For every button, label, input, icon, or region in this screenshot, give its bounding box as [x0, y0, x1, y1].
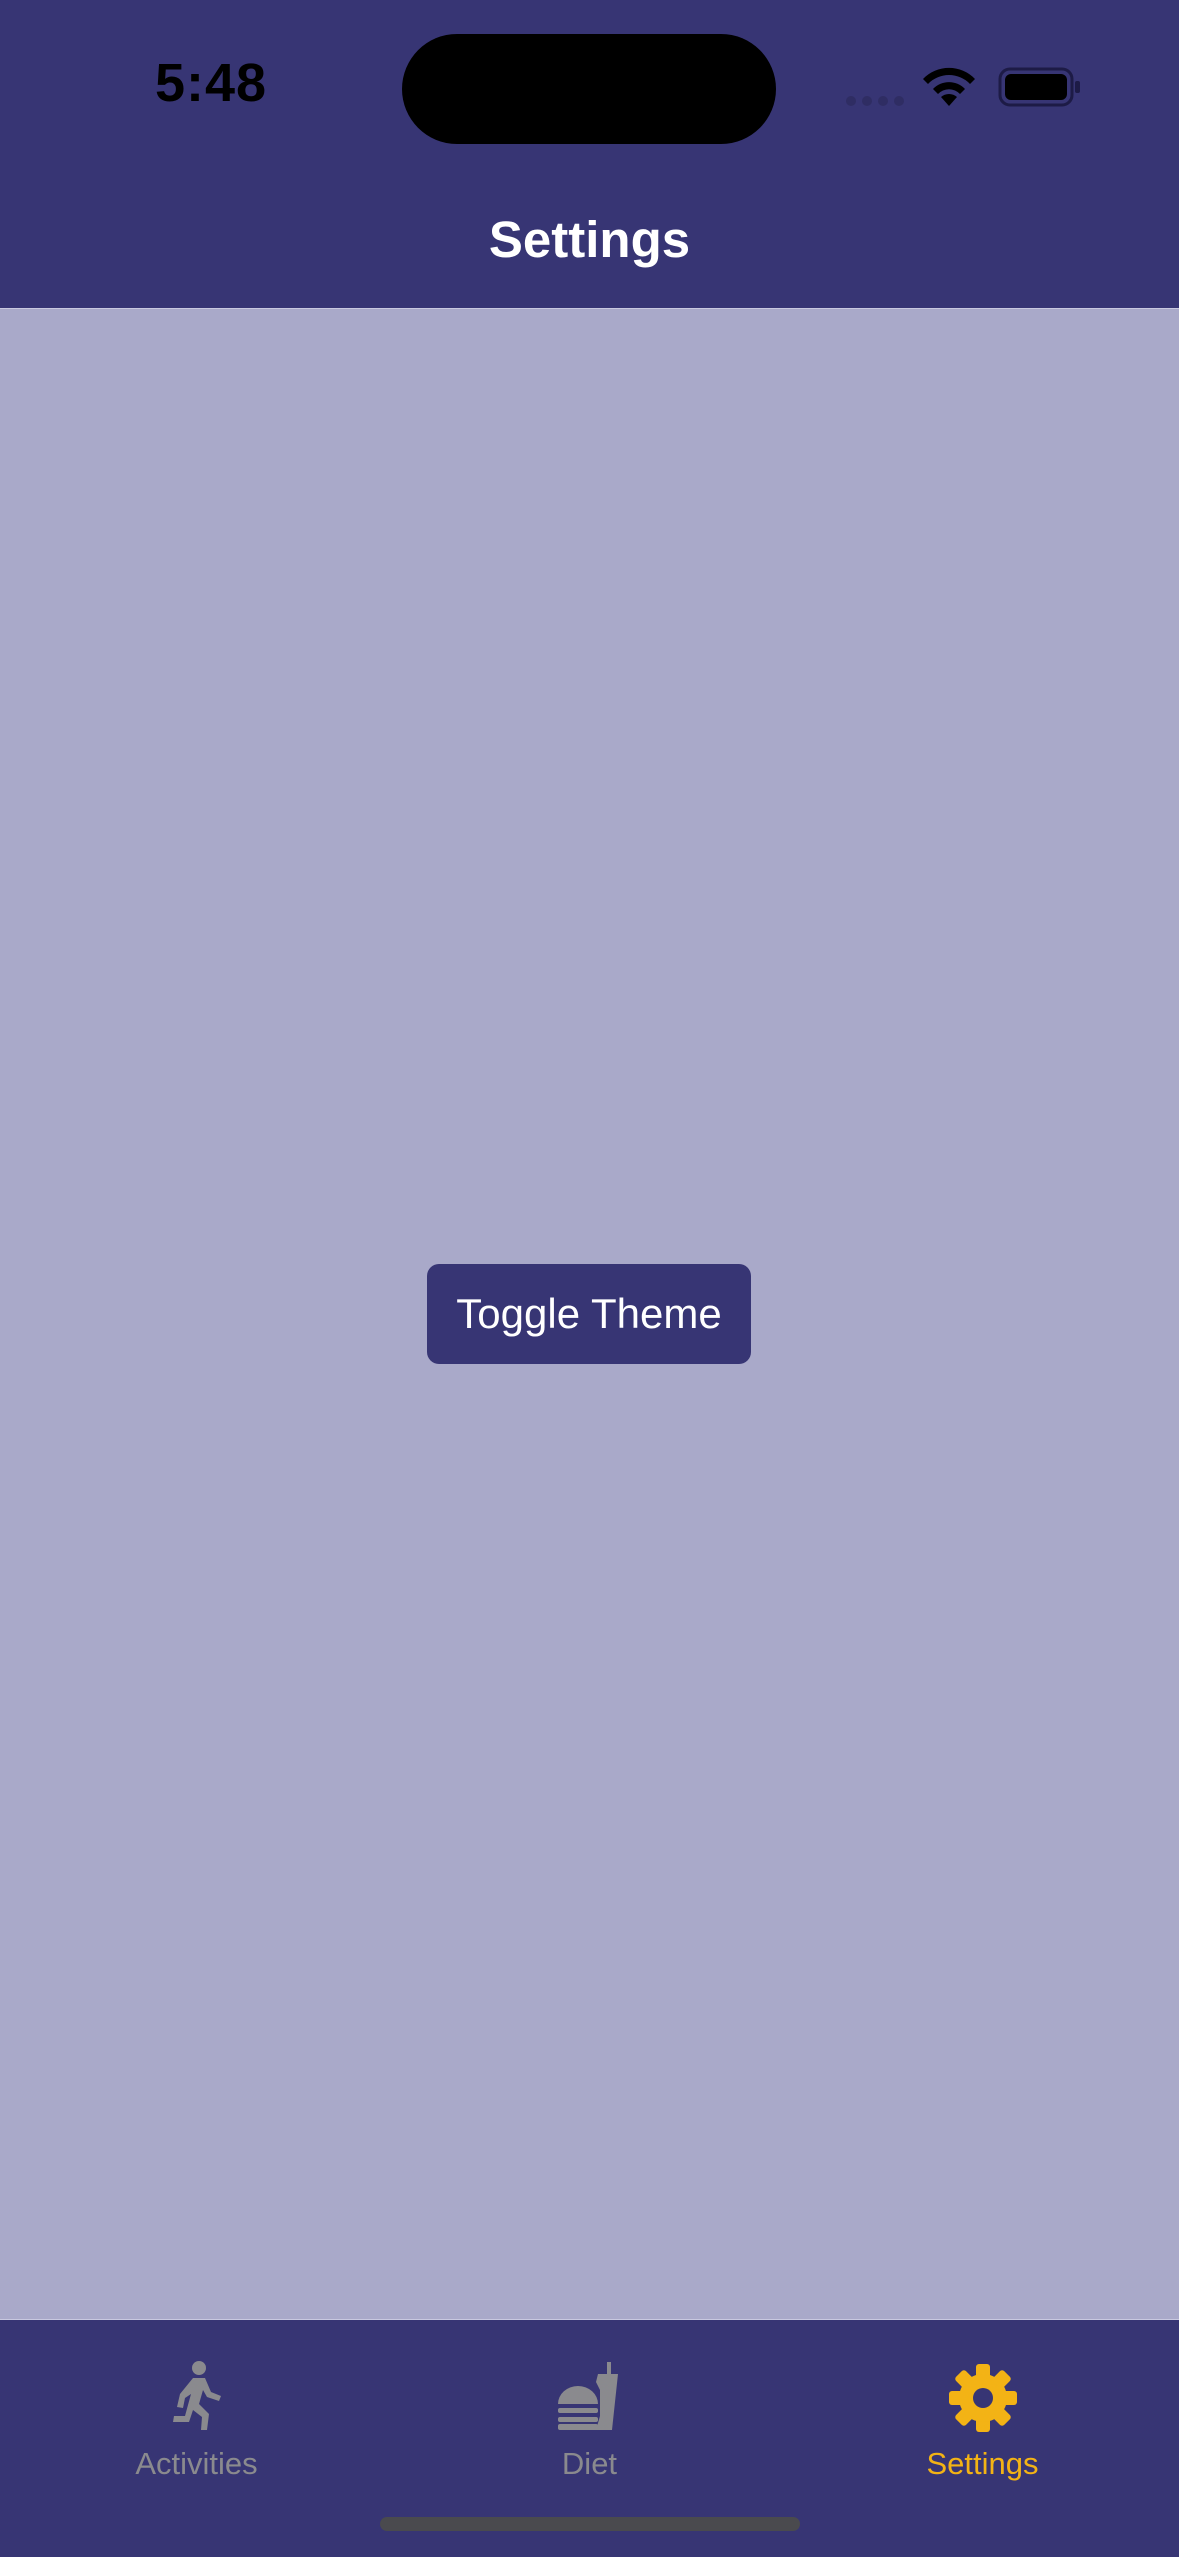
tab-label: Diet — [561, 2446, 618, 2481]
battery-icon — [998, 67, 1080, 107]
running-person-icon — [172, 2361, 221, 2430]
home-indicator — [380, 2517, 800, 2531]
toggle-theme-button[interactable]: Toggle Theme — [427, 1264, 751, 1364]
tab-label: Settings — [926, 2446, 1039, 2481]
status-bar: 5:48 — [0, 0, 1179, 170]
gear-icon — [948, 2364, 1017, 2432]
page-title: Settings — [488, 211, 691, 268]
tab-settings[interactable]: Settings — [786, 2340, 1179, 2490]
settings-content: Toggle Theme — [0, 309, 1179, 2319]
tab-bar: Activities Diet Settings — [0, 2319, 1179, 2557]
tab-diet[interactable]: Diet — [393, 2340, 786, 2490]
tab-label: Activities — [135, 2446, 258, 2481]
signal-icon — [846, 96, 904, 106]
dynamic-island — [402, 34, 776, 144]
fast-food-icon — [557, 2362, 618, 2430]
navigation-bar: Settings — [0, 170, 1179, 309]
status-time: 5:48 — [155, 53, 268, 113]
wifi-icon — [923, 67, 975, 106]
tab-activities[interactable]: Activities — [0, 2340, 393, 2490]
